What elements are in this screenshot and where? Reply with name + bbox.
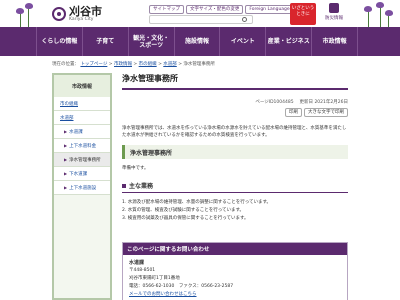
intro-text: 浄水管理事務所では、水道水を作っている浄水場の水源水を貯えている配水場の維持管理… (122, 126, 347, 138)
logo-name: 刈谷市 (69, 5, 102, 18)
breadcrumb-top[interactable]: トップページ (80, 62, 107, 67)
main-content: 浄水管理事務所 ページID1004485 更新日 2021年2月26日 印刷 大… (122, 73, 348, 223)
site-search (149, 15, 253, 24)
contact-zip: 〒448-8501 (129, 268, 156, 273)
sidebar-item-water-charges[interactable]: ▶ 上下水道料金 (54, 139, 110, 153)
sidebar-item-water-dept[interactable]: 水道部 (54, 111, 110, 125)
sidebar-item-facilities[interactable]: ▶ 上下水道施設 (54, 181, 110, 195)
iris-decoration-right (360, 2, 394, 27)
square-bullet-icon (122, 183, 126, 188)
city-emblem-icon (52, 7, 66, 22)
list-item: 2. 水質の管理、検査及び試験に関することを行っています。 (122, 208, 245, 213)
emergency-label-line2: ときに (296, 12, 310, 17)
contact-dept: 水道課 (129, 260, 145, 266)
breadcrumb-city-admin[interactable]: 市政情報 (114, 62, 132, 67)
sitemap-link[interactable]: サイトマップ (149, 5, 184, 14)
print-tools: 印刷 大きな文字で印刷 (122, 108, 348, 117)
nav-tourism[interactable]: 観光・文化・ スポーツ (127, 27, 174, 56)
sidebar-heading: 市政情報 (54, 75, 110, 97)
breadcrumb: 現在の位置： トップページ > 市政情報 > 市の組織 > 水道部 > 浄水管理… (52, 62, 215, 67)
sidebar-item-label: 市の組織 (60, 101, 78, 107)
duties-heading-label: 主な業務 (129, 183, 154, 190)
sidebar-item-label: 水道部 (60, 115, 74, 121)
disaster-icon (329, 3, 339, 13)
contact-heading: このページに関するお問い合わせ (123, 243, 347, 255)
utility-links: サイトマップ 文字サイズ・配色の変更 Foreign Language (149, 5, 294, 14)
sidebar-item-label: 水道課 (69, 129, 83, 135)
foreign-language-link[interactable]: Foreign Language (245, 5, 294, 14)
nav-childcare[interactable]: 子育て (81, 27, 128, 56)
global-nav: くらしの情報 子育て 観光・文化・ スポーツ 施設情報 イベント 産業・ビジネス… (0, 27, 400, 56)
sidebar-item-label: 上下水道施設 (69, 185, 97, 191)
sidebar-item-organization[interactable]: 市の組織 (54, 97, 110, 111)
sidebar-item-purification-office[interactable]: ▶ 浄水管理事務所 (54, 153, 110, 167)
contact-box: このページに関するお問い合わせ 水道課 〒448-8501 刈谷市東陽町1丁目1… (122, 242, 348, 300)
nav-tourism-label: 観光・文化・ スポーツ (133, 34, 170, 49)
contact-body: 水道課 〒448-8501 刈谷市東陽町1丁目1番地 電話：0566-62-10… (123, 255, 347, 300)
disaster-info-button[interactable]: 防災情報 (318, 3, 350, 25)
iris-decoration-left (14, 2, 38, 27)
page-id: ページID1004485 (255, 100, 294, 105)
emergency-button[interactable]: いざという ときに (290, 3, 316, 25)
triangle-bullet-icon: ▶ (64, 143, 68, 148)
section-text: 準備中です。 (122, 166, 149, 171)
contact-phone: 電話：0566-62-1030 ファクス：0566-23-2587 (129, 284, 234, 289)
nav-business[interactable]: 産業・ビジネス (265, 27, 311, 56)
sidebar-item-label: 下水道課 (69, 171, 88, 177)
list-item: 3. 検査用の試薬及び器具の保管に関することを行っています。 (122, 216, 249, 221)
triangle-bullet-icon: ▶ (64, 171, 68, 176)
search-input[interactable] (150, 17, 240, 22)
section-heading: 浄水管理事務所 (122, 145, 348, 159)
sidebar-item-sewerage[interactable]: ▶ 下水道課 (54, 167, 110, 181)
nav-events[interactable]: イベント (219, 27, 265, 56)
sidebar-item-label: 上下水道料金 (69, 143, 97, 149)
triangle-bullet-icon: ▶ (64, 157, 68, 162)
search-icon[interactable] (242, 17, 247, 22)
site-header: 刈谷市 Kariya City サイトマップ 文字サイズ・配色の変更 Forei… (0, 0, 400, 27)
nav-city-admin[interactable]: 市政情報 (311, 27, 359, 56)
triangle-bullet-icon: ▶ (64, 129, 68, 134)
disaster-label: 防災情報 (325, 16, 343, 21)
font-size-color-link[interactable]: 文字サイズ・配色の変更 (186, 5, 244, 14)
breadcrumb-organization[interactable]: 市の組織 (139, 62, 157, 67)
page-meta: ページID1004485 更新日 2021年2月26日 (122, 99, 348, 105)
print-button[interactable]: 印刷 (285, 108, 302, 117)
duties-list: 1. 水源及び配水場の維持管理、水量の調整に関することを行っています。 2. 水… (122, 199, 348, 223)
breadcrumb-current: 浄水管理事務所 (183, 62, 215, 67)
contact-mail-link[interactable]: メールでのお問い合わせはこちら (129, 291, 341, 299)
nav-facilities[interactable]: 施設情報 (173, 27, 220, 56)
breadcrumb-label: 現在の位置 (52, 62, 75, 67)
list-item: 1. 水源及び配水場の維持管理、水量の調整に関することを行っています。 (122, 200, 272, 205)
duties-heading: 主な業務 (122, 181, 348, 193)
contact-address: 刈谷市東陽町1丁目1番地 (129, 276, 180, 281)
sidebar: 市政情報 市の組織 水道部 ▶ 水道課 ▶ 上下水道料金 ▶ 浄水管理事務所 ▶ 下水道… (52, 73, 112, 300)
site-logo[interactable]: 刈谷市 Kariya City (52, 6, 102, 23)
large-print-button[interactable]: 大きな文字で印刷 (304, 108, 348, 117)
updated-date: 更新日 2021年2月26日 (299, 100, 348, 105)
page-title: 浄水管理事務所 (122, 73, 348, 90)
nav-living[interactable]: くらしの情報 (36, 27, 82, 56)
logo-english-name: Kariya City (69, 17, 94, 22)
sidebar-item-label: 浄水管理事務所 (69, 157, 101, 163)
triangle-bullet-icon: ▶ (64, 185, 68, 190)
sidebar-item-water-section[interactable]: ▶ 水道課 (54, 125, 110, 139)
breadcrumb-water-dept[interactable]: 水道部 (163, 62, 177, 67)
